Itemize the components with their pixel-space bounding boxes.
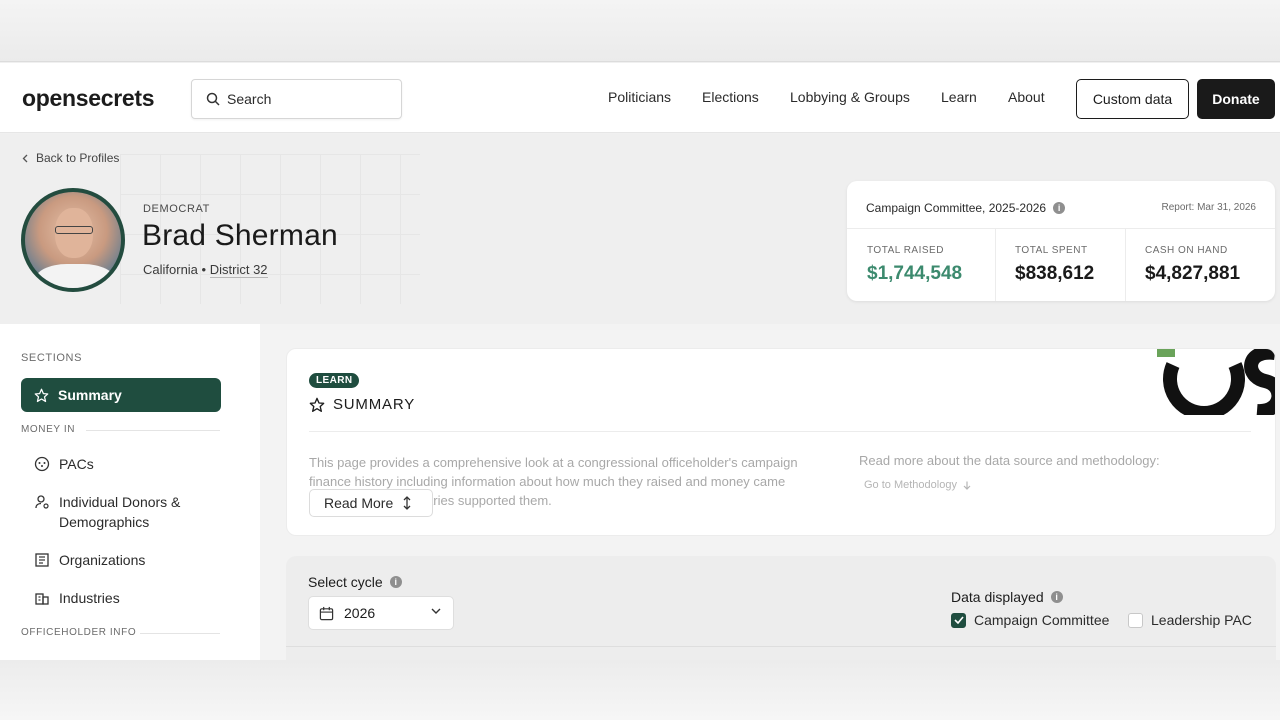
nav-learn[interactable]: Learn: [941, 89, 977, 105]
sections-heading: SECTIONS: [21, 352, 83, 364]
browser-bottom-area: [0, 660, 1280, 720]
expand-icon: [403, 496, 411, 510]
nav-elections[interactable]: Elections: [702, 89, 759, 105]
calendar-icon: [319, 606, 334, 620]
sidebar-item-pacs[interactable]: PACs: [34, 454, 94, 474]
nav-lobbying-groups[interactable]: Lobbying & Groups: [790, 89, 910, 105]
finance-summary-card: Campaign Committee, 2025-2026 i Report: …: [847, 181, 1275, 301]
nav-politicians[interactable]: Politicians: [608, 89, 671, 105]
sections-sidebar: SECTIONS Summary MONEY IN PACs Individua…: [0, 324, 260, 660]
opensecrets-mark-decoration: [1157, 349, 1275, 415]
money-in-heading: MONEY IN: [21, 424, 76, 435]
party-label: DEMOCRAT: [143, 203, 210, 215]
donate-button[interactable]: Donate: [1197, 79, 1275, 119]
browser-top-area: [0, 0, 1280, 62]
district-link[interactable]: District 32: [209, 262, 268, 278]
building-icon: [35, 593, 49, 605]
checkbox-unchecked[interactable]: [1128, 612, 1143, 628]
chevron-left-icon: [22, 154, 28, 162]
checkbox-checked[interactable]: [951, 612, 966, 628]
summary-title: SUMMARY: [309, 396, 415, 413]
read-more-button[interactable]: Read More: [309, 489, 433, 517]
officeholder-info-heading: OFFICEHOLDER INFO: [21, 627, 137, 638]
finance-card-title: Campaign Committee, 2025-2026 i: [866, 201, 1066, 215]
campaign-committee-checkbox[interactable]: Campaign Committee: [951, 612, 1109, 628]
check-icon: [953, 616, 964, 624]
star-icon: [309, 397, 325, 412]
separator: •: [201, 262, 207, 277]
chevron-down-icon: [431, 608, 441, 614]
main-content: LEARN SUMMARY This page provides a compr…: [260, 324, 1280, 666]
arrow-down-icon: [963, 481, 971, 490]
organization-icon: [35, 553, 49, 567]
star-icon: [34, 388, 49, 402]
methodology-text: Read more about the data source and meth…: [859, 453, 1160, 468]
opensecrets-logo[interactable]: opensecrets: [22, 85, 155, 112]
person-icon: [35, 495, 49, 509]
search-icon: [206, 92, 220, 106]
sidebar-item-organizations[interactable]: Organizations: [34, 550, 145, 570]
report-date: Report: Mar 31, 2026: [1161, 202, 1257, 213]
leadership-pac-checkbox[interactable]: Leadership PAC: [1128, 612, 1252, 628]
info-icon[interactable]: i: [1050, 591, 1063, 603]
politician-name: Brad Sherman: [142, 219, 338, 252]
sidebar-item-summary[interactable]: Summary: [21, 378, 221, 412]
custom-data-button[interactable]: Custom data: [1076, 79, 1189, 119]
politician-avatar: [21, 188, 125, 292]
select-cycle-label: Select cycle i: [308, 574, 402, 590]
info-icon[interactable]: i: [389, 576, 402, 588]
summary-card: LEARN SUMMARY This page provides a compr…: [286, 348, 1276, 536]
state: California: [143, 262, 198, 277]
profile-header: Back to Profiles DEMOCRAT Brad Sherman C…: [0, 134, 1280, 324]
go-to-methodology-link[interactable]: Go to Methodology: [864, 479, 971, 491]
cycle-selector-panel: Select cycle i 2026 Data displayed i Cam…: [286, 556, 1276, 666]
sidebar-item-industries[interactable]: Industries: [34, 588, 120, 608]
site-header: opensecrets Search Politicians Elections…: [0, 63, 1280, 133]
cycle-select[interactable]: 2026: [308, 596, 454, 630]
nav-about[interactable]: About: [1008, 89, 1045, 105]
info-icon[interactable]: i: [1053, 202, 1066, 214]
sidebar-item-individual-donors[interactable]: Individual Donors & Demographics: [34, 492, 204, 532]
search-input[interactable]: Search: [191, 79, 402, 119]
pacs-icon: [34, 456, 50, 472]
back-to-profiles-link[interactable]: Back to Profiles: [22, 151, 119, 165]
search-placeholder: Search: [227, 91, 272, 107]
location: California • District 32: [143, 262, 268, 278]
learn-badge: LEARN: [309, 373, 360, 388]
data-displayed-label: Data displayed i: [951, 589, 1063, 605]
